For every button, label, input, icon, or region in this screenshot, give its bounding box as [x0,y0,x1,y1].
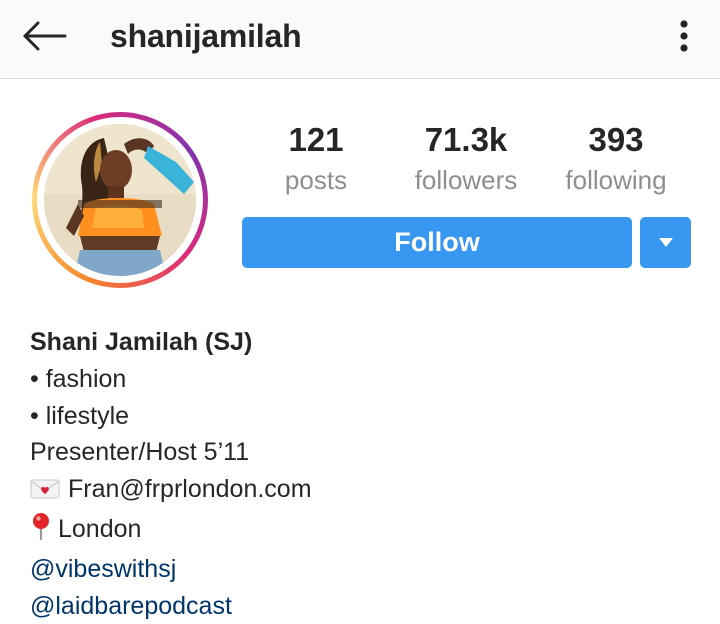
caret-down-icon [658,238,673,247]
love-letter-icon [30,474,60,511]
top-app-bar: shanijamilah [0,0,720,79]
suggested-accounts-dropdown[interactable] [640,217,691,268]
follow-button-label: Follow [394,227,480,257]
bio-line-fashion: • fashion [30,364,127,393]
following-count[interactable]: 393 following [541,118,691,198]
bio-line-presenter: Presenter/Host 5’11 [30,438,250,467]
profile-photo [44,124,196,276]
display-name: Shani Jamilah (SJ) [30,328,253,356]
story-ring[interactable] [32,112,208,288]
profile-username: shanijamilah [110,18,302,54]
posts-label: posts [284,165,348,195]
more-vertical-icon [680,20,688,52]
followers-value: 71.3k [424,121,508,158]
posts-value: 121 [288,121,344,158]
bio-link-laidbarepodcast[interactable]: @laidbarepodcast [30,588,690,624]
bio-line-email: Fran@frprlondon.com [30,471,690,511]
bio-link-vibeswithsj[interactable]: @vibeswithsj [30,551,690,588]
followers-count[interactable]: 71.3k followers [391,118,541,198]
location-text: London [58,514,142,543]
following-value: 393 [588,121,644,158]
round-pushpin-icon [30,512,52,551]
email-text: Fran@frprlondon.com [68,475,312,504]
more-options-button[interactable] [664,12,704,60]
bio-line-location: London [30,511,690,551]
posts-count[interactable]: 121 posts [241,118,391,198]
profile-bio: Shani Jamilah (SJ) • fashion • lifestyle… [30,324,690,624]
bio-line-lifestyle: • lifestyle [30,401,130,430]
follow-button[interactable]: Follow [242,217,632,268]
followers-label: followers [414,165,518,195]
following-label: following [565,165,667,195]
arrow-left-icon [23,21,67,51]
back-button[interactable] [16,12,72,60]
